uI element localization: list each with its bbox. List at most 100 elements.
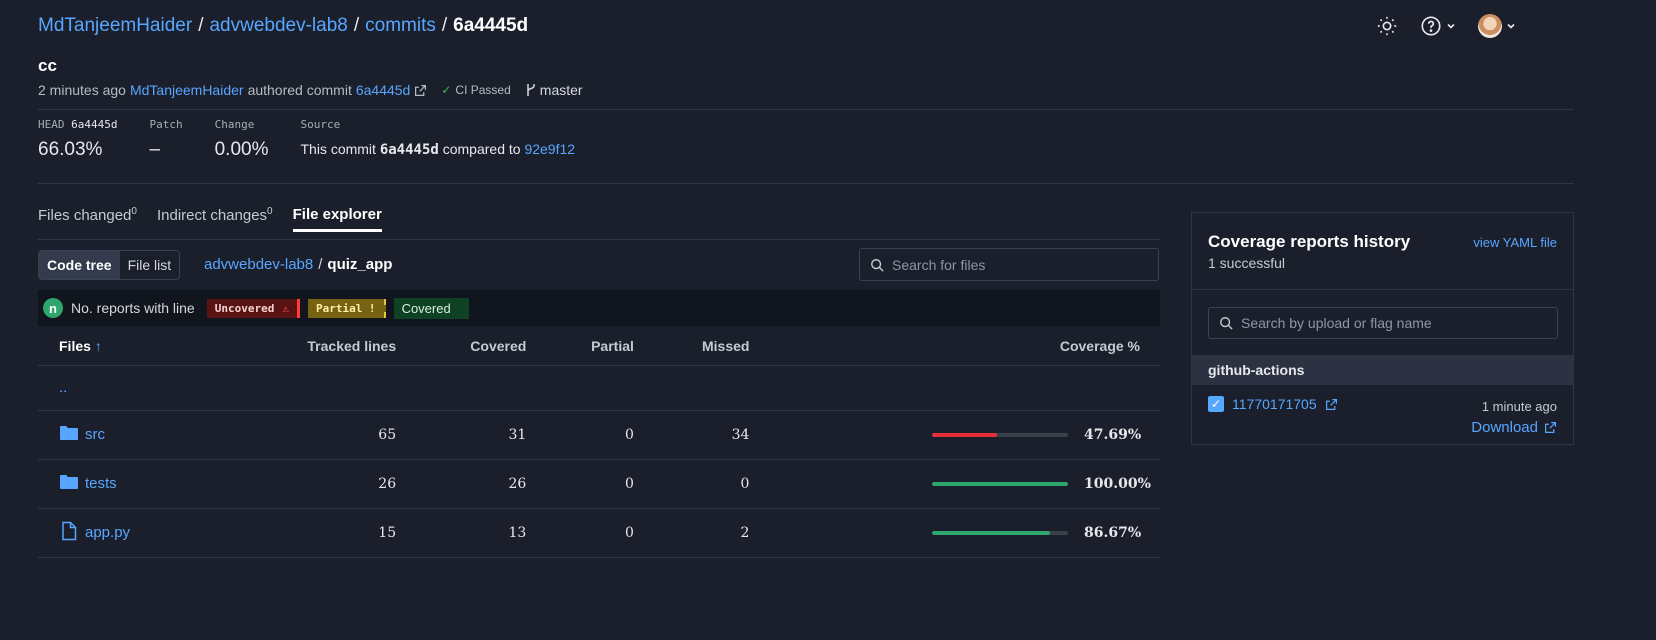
- base-commit-link[interactable]: 92e9f12: [524, 141, 575, 157]
- covered-header[interactable]: Covered: [416, 327, 547, 366]
- commit-tabs: Files changed0 Indirect changes0 File ex…: [38, 206, 382, 232]
- patch-label: Patch: [149, 118, 183, 131]
- covered-legend: Covered: [393, 297, 469, 319]
- tab-files-changed[interactable]: Files changed0: [38, 206, 137, 232]
- theme-toggle-button[interactable]: [1376, 15, 1398, 37]
- code-tree-button[interactable]: Code tree: [39, 251, 120, 279]
- upload-id-link[interactable]: 11770171705: [1232, 396, 1317, 412]
- help-menu-button[interactable]: [1420, 15, 1456, 37]
- breadcrumb-separator: /: [441, 15, 448, 36]
- commit-author-link[interactable]: MdTanjeemHaider: [130, 82, 244, 98]
- source-stat: Source This commit 6a4445d compared to 9…: [300, 118, 575, 161]
- search-files-input[interactable]: [892, 256, 1132, 273]
- folder-icon: [59, 425, 79, 445]
- missed-cell: 0: [653, 459, 770, 509]
- file-link[interactable]: src: [85, 425, 105, 442]
- breadcrumb: MdTanjeemHaider / advwebdev-lab8 / commi…: [38, 15, 528, 37]
- change-label: Change: [214, 118, 255, 131]
- missed-header[interactable]: Missed: [653, 327, 770, 366]
- partial-legend: Partial !: [307, 298, 386, 318]
- file-link[interactable]: tests: [85, 474, 117, 491]
- file-search: [859, 248, 1159, 281]
- breadcrumb-separator: /: [198, 15, 204, 36]
- breadcrumb-repo-link[interactable]: advwebdev-lab8: [209, 15, 347, 37]
- parent-dir-row[interactable]: ..: [38, 365, 1160, 411]
- path-current-dir: quiz_app: [327, 256, 393, 273]
- chevron-down-icon: [1507, 23, 1515, 29]
- partial-cell: 0: [546, 459, 654, 509]
- coverage-percent: 47.69%: [1084, 426, 1142, 443]
- coverage-bar-fill: [932, 432, 997, 437]
- path-separator: /: [318, 256, 323, 273]
- source-sha: 6a4445d: [379, 142, 439, 158]
- top-bar: MdTanjeemHaider / advwebdev-lab8 / commi…: [38, 12, 1596, 40]
- flag-group-header: github-actions: [1192, 355, 1573, 385]
- tracked-lines-header[interactable]: Tracked lines: [229, 327, 417, 366]
- avatar: [1478, 14, 1502, 38]
- head-label: HEAD: [38, 118, 65, 131]
- breadcrumb-commits-link[interactable]: commits: [365, 15, 436, 37]
- header-actions: [1376, 12, 1516, 40]
- ci-status: ✓ CI Passed: [441, 83, 510, 97]
- change-coverage: 0.00%: [214, 139, 269, 160]
- tab-file-explorer[interactable]: File explorer: [292, 206, 382, 232]
- source-description: This commit 6a4445d compared to 92e9f12: [300, 141, 575, 158]
- external-link-icon[interactable]: [1325, 398, 1338, 411]
- missed-cell: 2: [653, 508, 770, 558]
- check-icon: ✓: [441, 83, 452, 97]
- coverage-stats: HEAD 6a4445d 66.03% Patch – Change 0.00%…: [38, 118, 575, 161]
- head-coverage: 66.03%: [38, 139, 103, 160]
- ci-status-label: CI Passed: [455, 83, 511, 97]
- covered-cell: 31: [416, 410, 547, 460]
- commit-meta: 2 minutes ago MdTanjeemHaider authored c…: [38, 82, 583, 98]
- reports-count-badge: n: [43, 298, 63, 318]
- partial-cell: 0: [546, 508, 654, 558]
- file-icon: [59, 521, 79, 545]
- breadcrumb-owner-link[interactable]: MdTanjeemHaider: [38, 15, 192, 37]
- missed-cell: 34: [653, 410, 770, 460]
- authored-text: authored commit: [247, 82, 352, 98]
- coverage-percent: 86.67%: [1084, 524, 1142, 541]
- tracked-cell: 15: [229, 508, 417, 558]
- partial-header[interactable]: Partial: [546, 327, 654, 366]
- external-link-icon[interactable]: [414, 84, 427, 97]
- divider: [38, 183, 1574, 184]
- upload-search-input[interactable]: [1241, 315, 1541, 331]
- head-stat: HEAD 6a4445d 66.03%: [38, 118, 117, 161]
- file-path: advwebdev-lab8 / quiz_app: [204, 256, 392, 273]
- download-link[interactable]: Download: [1471, 419, 1557, 436]
- reports-title: Coverage reports history: [1208, 232, 1411, 251]
- file-list-button[interactable]: File list: [120, 251, 180, 279]
- file-table: Files ↑ Tracked lines Covered Partial Mis…: [38, 327, 1160, 558]
- tracked-cell: 26: [229, 459, 417, 509]
- upload-time: 1 minute ago: [1481, 399, 1557, 414]
- search-icon: [1220, 317, 1233, 330]
- user-menu-button[interactable]: [1478, 14, 1516, 38]
- tabs-divider: [38, 239, 1160, 240]
- upload-checkbox[interactable]: ✓: [1208, 396, 1224, 412]
- tab-indirect-changes[interactable]: Indirect changes0: [157, 206, 273, 232]
- path-repo-link[interactable]: advwebdev-lab8: [204, 256, 313, 273]
- file-link[interactable]: app.py: [85, 523, 130, 540]
- patch-stat: Patch –: [149, 118, 182, 161]
- table-row: tests 26 26 0 0 100.00%: [38, 459, 1160, 509]
- coverage-bar: [932, 481, 1068, 486]
- files-header[interactable]: Files ↑: [38, 327, 230, 366]
- source-mid: compared to: [442, 141, 521, 157]
- covered-cell: 13: [416, 508, 547, 558]
- source-label: Source: [300, 118, 341, 131]
- commit-message: cc: [38, 56, 57, 75]
- coverage-legend: n No. reports with line Uncovered ⚠ Parti…: [38, 290, 1160, 326]
- sort-arrow-up-icon: ↑: [94, 337, 102, 354]
- sun-icon: [1377, 16, 1397, 36]
- parent-dir-link[interactable]: ..: [59, 379, 67, 396]
- commit-sha-link[interactable]: 6a4445d: [356, 82, 411, 98]
- view-yaml-link[interactable]: view YAML file: [1473, 235, 1557, 250]
- reports-subtitle: 1 successful: [1208, 255, 1286, 271]
- coverage-reports-panel: Coverage reports history 1 successful vi…: [1191, 212, 1574, 445]
- warning-icon: ⚠: [282, 301, 289, 315]
- tracked-cell: 65: [229, 410, 417, 460]
- branch-icon: [527, 84, 535, 96]
- chevron-down-icon: [1447, 23, 1455, 29]
- coverage-header[interactable]: Coverage %: [769, 327, 1160, 366]
